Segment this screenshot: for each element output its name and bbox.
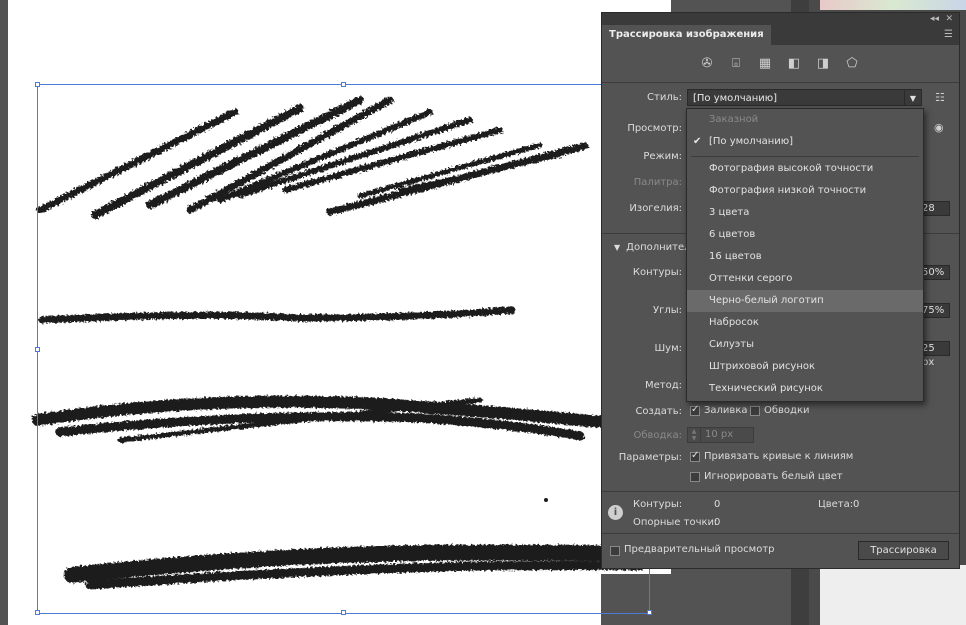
chevron-down-icon[interactable]: ▼: [904, 90, 921, 105]
dropdown-item-16-colors[interactable]: 16 цветов: [687, 246, 923, 268]
trace-button[interactable]: Трассировка: [858, 541, 949, 560]
style-select-value: [По умолчанию]: [693, 93, 778, 104]
close-icon[interactable]: ✕: [945, 13, 953, 25]
ignore-white-label: Игнорировать белый цвет: [704, 471, 843, 482]
dropdown-item-line-art[interactable]: Штриховой рисунок: [687, 356, 923, 378]
dropdown-item-6-colors[interactable]: 6 цветов: [687, 224, 923, 246]
noise-label: Шум:: [654, 343, 682, 354]
grayscale-icon[interactable]: ◧: [786, 55, 802, 71]
divider: [602, 533, 959, 534]
threshold-label: Изогелия:: [629, 203, 682, 214]
info-colors-label: Цвета:: [818, 499, 854, 510]
info-colors-value: 0: [853, 499, 860, 510]
create-label: Создать:: [635, 406, 682, 417]
stroke-width-value: 10 px: [705, 429, 734, 440]
info-paths-label: Контуры:: [633, 499, 683, 510]
selection-handle-bl[interactable]: [35, 610, 40, 615]
snap-checkbox[interactable]: [690, 450, 700, 462]
preview-checkbox[interactable]: [610, 546, 620, 556]
strokes-checkbox[interactable]: [750, 406, 760, 416]
preview-label: Предварительный просмотр: [624, 544, 775, 555]
info-anchors-value: 0: [714, 517, 721, 528]
dropdown-item-technical-drawing[interactable]: Технический рисунок: [687, 378, 923, 400]
dropdown-divider: [691, 156, 919, 157]
outline-icon[interactable]: ⬠: [844, 55, 860, 71]
style-dropdown-menu: Заказной ✔ [По умолчанию] Фотография высо…: [686, 108, 924, 402]
dropdown-item-sketched-art[interactable]: Набросок: [687, 312, 923, 334]
strokes-label: Обводки: [764, 405, 810, 416]
stepper-icon[interactable]: ▲ ▼: [688, 428, 701, 442]
options-label: Параметры:: [618, 452, 682, 463]
dropdown-item-custom: Заказной: [709, 114, 759, 125]
auto-color-icon[interactable]: ✇: [699, 55, 715, 71]
mode-label: Режим:: [643, 151, 682, 162]
dropdown-item-silhouettes[interactable]: Силуэты: [687, 334, 923, 356]
paths-label: Контуры:: [632, 267, 682, 278]
triangle-down-icon: ▼: [614, 243, 621, 252]
method-label: Метод:: [644, 380, 682, 391]
divider: [602, 82, 959, 83]
selection-handle-ml[interactable]: [35, 347, 40, 352]
snap-label: Привязать кривые к линиям: [704, 451, 854, 462]
dropdown-item-label: [По умолчанию]: [709, 136, 794, 147]
preset-list-icon[interactable]: ☷: [935, 91, 945, 104]
dropdown-item-default[interactable]: ✔ [По умолчанию]: [687, 131, 923, 153]
divider: [602, 491, 959, 492]
dropdown-item-high-fidelity-photo[interactable]: Фотография высокой точности: [687, 158, 923, 180]
selection-handle-bm[interactable]: [341, 610, 346, 615]
panel-tabs: Трассировка изображения ☰: [602, 25, 959, 45]
selection-bounding-box[interactable]: [35, 82, 652, 615]
corners-label: Углы:: [652, 305, 682, 316]
dropdown-item-bw-logo[interactable]: Черно-белый логотип: [687, 290, 923, 312]
selection-handle-tm[interactable]: [341, 82, 346, 87]
ignore-white-checkbox[interactable]: [690, 472, 700, 482]
info-paths-value: 0: [714, 499, 721, 510]
style-select[interactable]: [По умолчанию] ▼: [687, 89, 922, 106]
black-white-icon[interactable]: ◨: [815, 55, 831, 71]
high-color-icon[interactable]: ⌻: [728, 55, 744, 71]
panel-menu-icon[interactable]: ☰: [944, 29, 953, 40]
checkmark-icon: ✔: [693, 136, 702, 147]
eye-icon[interactable]: ◉: [934, 121, 944, 134]
double-chevron-left-icon[interactable]: ◂◂: [930, 13, 939, 25]
info-anchors-label: Опорные точки:: [633, 517, 718, 528]
low-color-icon[interactable]: ▦: [757, 55, 773, 71]
fill-label: Заливка: [704, 405, 748, 416]
dropdown-item-grayscale[interactable]: Оттенки серого: [687, 268, 923, 290]
dropdown-item-3-colors[interactable]: 3 цвета: [687, 202, 923, 224]
dropdown-item-low-fidelity-photo[interactable]: Фотография низкой точности: [687, 180, 923, 202]
fill-checkbox[interactable]: [690, 404, 700, 416]
preset-buttons: ✇ ⌻ ▦ ◧ ◨ ⬠: [602, 53, 959, 75]
palette-label: Палитра:: [633, 177, 682, 188]
stroke-width-label: Обводка:: [633, 430, 682, 441]
panel-title-bar[interactable]: ◂◂ ✕: [602, 13, 959, 25]
selection-handle-tl[interactable]: [35, 82, 40, 87]
selection-handle-br[interactable]: [647, 610, 652, 615]
style-label: Стиль:: [647, 92, 682, 103]
info-icon: i: [608, 505, 623, 520]
tab-image-trace[interactable]: Трассировка изображения: [602, 25, 771, 45]
view-label: Просмотр:: [627, 123, 682, 134]
stroke-width-field[interactable]: ▲ ▼ 10 px: [687, 427, 754, 443]
